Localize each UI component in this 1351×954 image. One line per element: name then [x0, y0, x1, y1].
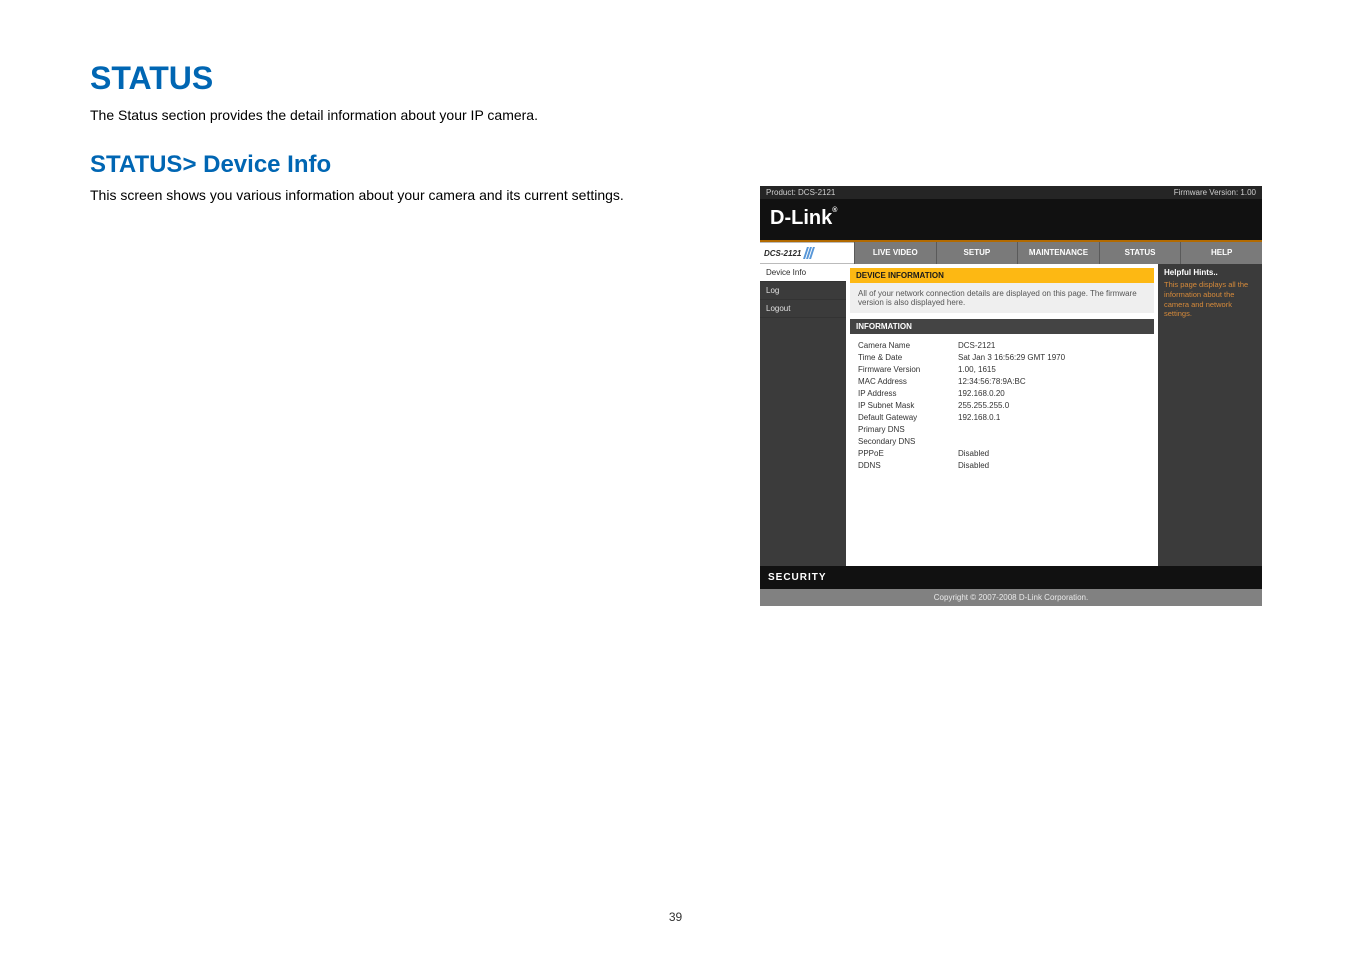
device-info-text: All of your network connection details a…: [850, 283, 1154, 313]
info-value: Sat Jan 3 16:56:29 GMT 1970: [958, 352, 1065, 364]
info-key: Secondary DNS: [858, 436, 958, 448]
info-row: DDNSDisabled: [858, 460, 1146, 472]
info-row: Firmware Version1.00, 1615: [858, 364, 1146, 376]
sidebar-item-log[interactable]: Log: [760, 282, 846, 300]
info-key: IP Address: [858, 388, 958, 400]
info-row: Camera NameDCS-2121: [858, 340, 1146, 352]
sidebar: Device Info Log Logout: [760, 264, 846, 566]
screenshot-panel: Product: DCS-2121 Firmware Version: 1.00…: [760, 186, 1262, 606]
info-value: 12:34:56:78:9A:BC: [958, 376, 1026, 388]
info-row: Default Gateway192.168.0.1: [858, 412, 1146, 424]
information-grid: Camera NameDCS-2121Time & DateSat Jan 3 …: [850, 334, 1154, 562]
tab-status[interactable]: STATUS: [1099, 242, 1181, 264]
brand-text: D-Link: [770, 207, 832, 229]
trademark-icon: ®: [832, 207, 837, 214]
page-title: STATUS: [90, 60, 1261, 97]
section-subtitle: STATUS> Device Info: [90, 151, 1261, 179]
intro-text: The Status section provides the detail i…: [90, 107, 1261, 123]
top-bar: Product: DCS-2121 Firmware Version: 1.00: [760, 186, 1262, 199]
info-key: Camera Name: [858, 340, 958, 352]
info-row: IP Subnet Mask255.255.255.0: [858, 400, 1146, 412]
security-bar: SECURITY: [760, 566, 1262, 589]
brand-bar: D-Link®: [760, 199, 1262, 240]
content-row: Device Info Log Logout DEVICE INFORMATIO…: [760, 264, 1262, 566]
info-key: Firmware Version: [858, 364, 958, 376]
info-key: DDNS: [858, 460, 958, 472]
info-value: 192.168.0.1: [958, 412, 1000, 424]
stripes-icon: [805, 247, 813, 259]
info-row: Secondary DNS: [858, 436, 1146, 448]
info-row: PPPoEDisabled: [858, 448, 1146, 460]
sidebar-item-device-info[interactable]: Device Info: [760, 264, 846, 282]
info-value: 255.255.255.0: [958, 400, 1009, 412]
info-row: Time & DateSat Jan 3 16:56:29 GMT 1970: [858, 352, 1146, 364]
main-column: DEVICE INFORMATION All of your network c…: [846, 264, 1158, 566]
help-column: Helpful Hints.. This page displays all t…: [1158, 264, 1262, 566]
device-info-header: DEVICE INFORMATION: [850, 268, 1154, 283]
nav-tabs: DCS-2121 LIVE VIDEO SETUP MAINTENANCE ST…: [760, 242, 1262, 264]
info-key: PPPoE: [858, 448, 958, 460]
info-value: 1.00, 1615: [958, 364, 996, 376]
info-row: IP Address192.168.0.20: [858, 388, 1146, 400]
tab-setup[interactable]: SETUP: [936, 242, 1018, 264]
info-key: IP Subnet Mask: [858, 400, 958, 412]
help-header: Helpful Hints..: [1164, 268, 1256, 277]
model-label: DCS-2121: [764, 249, 801, 258]
tab-help[interactable]: HELP: [1180, 242, 1262, 264]
product-label: Product: DCS-2121: [766, 188, 835, 197]
info-key: Primary DNS: [858, 424, 958, 436]
brand-logo: D-Link®: [770, 207, 837, 229]
info-row: MAC Address12:34:56:78:9A:BC: [858, 376, 1146, 388]
info-value: DCS-2121: [958, 340, 995, 352]
info-value: 192.168.0.20: [958, 388, 1005, 400]
info-value: Disabled: [958, 460, 989, 472]
help-text: This page displays all the information a…: [1164, 280, 1256, 319]
info-key: MAC Address: [858, 376, 958, 388]
info-key: Default Gateway: [858, 412, 958, 424]
model-cell: DCS-2121: [760, 242, 854, 264]
sidebar-item-logout[interactable]: Logout: [760, 300, 846, 318]
firmware-label: Firmware Version: 1.00: [1174, 188, 1256, 197]
page-number: 39: [0, 910, 1351, 924]
info-value: Disabled: [958, 448, 989, 460]
copyright-bar: Copyright © 2007-2008 D-Link Corporation…: [760, 589, 1262, 606]
info-row: Primary DNS: [858, 424, 1146, 436]
info-key: Time & Date: [858, 352, 958, 364]
tab-maintenance[interactable]: MAINTENANCE: [1017, 242, 1099, 264]
tab-live-video[interactable]: LIVE VIDEO: [854, 242, 936, 264]
information-header: INFORMATION: [850, 319, 1154, 334]
